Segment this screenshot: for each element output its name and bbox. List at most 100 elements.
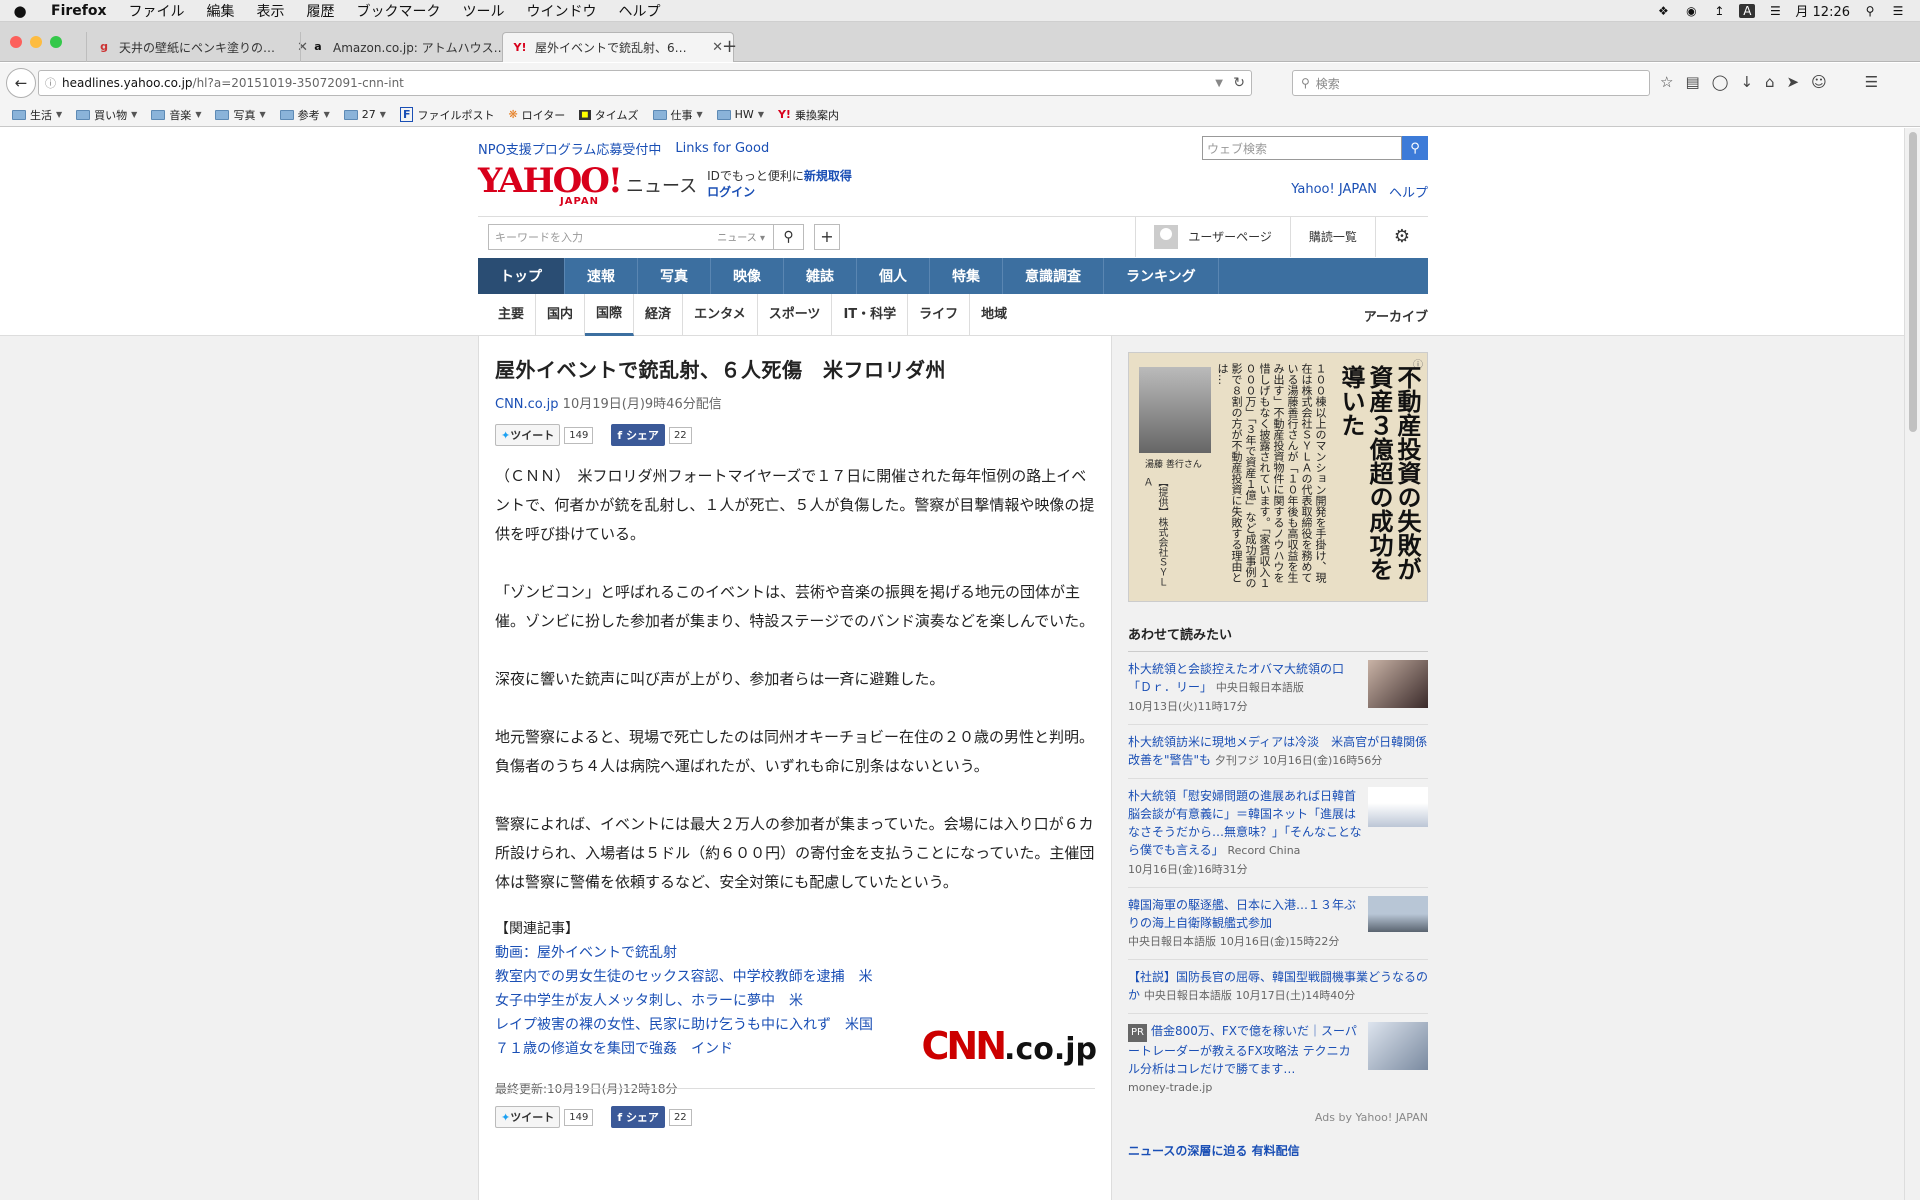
web-search-input[interactable]: ウェブ検索 [1202,136,1402,160]
help-link[interactable]: ヘルプ [1389,182,1428,201]
bookmark-filepost[interactable]: F ファイルポスト [399,107,494,123]
recommended-thumbnail[interactable] [1368,660,1428,708]
menu-bookmarks[interactable]: ブックマーク [346,1,452,21]
web-search-button[interactable]: ⚲ [1402,136,1428,160]
send-icon[interactable]: ➤ [1787,73,1800,91]
archive-link[interactable]: アーカイブ [1364,306,1428,325]
gnav-video[interactable]: 映像 [711,258,784,294]
yahoo-japan-link[interactable]: Yahoo! JAPAN [1291,182,1377,201]
list-item[interactable]: 【社説】国防長官の屈辱、韓国型戦闘機事業どうなるのか 中央日報日本語版 10月1… [1128,960,1428,1014]
browser-search-input[interactable]: ⚲ 検索 [1292,70,1650,96]
hamburger-menu-icon[interactable]: ☰ [1865,73,1878,91]
subscriptions-link[interactable]: 購読一覧 [1289,216,1375,257]
tab-paint[interactable]: g 天井の壁紙にペンキ塗りの… ✕ [86,32,318,62]
list-item[interactable]: 朴大統領と会談控えたオバマ大統領の口「Ｄｒ．リー」 中央日報日本語版 10月13日… [1128,652,1428,725]
bookmark-folder-27[interactable]: 27 ▼ [343,108,386,121]
menu-tools[interactable]: ツール [452,1,516,21]
links-for-good-link[interactable]: Links for Good [675,141,769,156]
user-page-link[interactable]: ユーザーページ [1135,216,1290,257]
menu-file[interactable]: ファイル [118,1,196,21]
snav-sports[interactable]: スポーツ [758,294,833,336]
keyword-search-button[interactable]: ⚲ [774,223,804,250]
sync-icon[interactable]: ◉ [1683,4,1699,18]
related-link[interactable]: 動画：屋外イベントで銃乱射 [495,941,1095,965]
bookmark-star-icon[interactable]: ☆ [1660,73,1673,91]
recommended-title[interactable]: 韓国海軍の駆逐艦、日本に入港…１３年ぶりの海上自衛隊観艦式参加 [1128,898,1356,930]
gnav-flash[interactable]: 速報 [565,258,638,294]
snav-international[interactable]: 国際 [585,294,635,336]
page-scrollbar[interactable] [1904,128,1920,1200]
settings-button[interactable]: ⚙ [1374,216,1428,257]
snav-it-science[interactable]: IT・科学 [832,294,909,336]
gnav-ranking[interactable]: ランキング [1104,258,1219,294]
wifi-status-icon[interactable]: ↥ [1711,4,1727,18]
tab-yahoo-news[interactable]: Y! 屋外イベントで銃乱射、6… ✕ [502,32,734,62]
snav-economy[interactable]: 経済 [634,294,684,336]
gnav-magazine[interactable]: 雑誌 [784,258,857,294]
recommended-thumbnail[interactable] [1368,896,1428,932]
add-button[interactable]: + [814,223,840,250]
bookmark-folder-photo[interactable]: 写真 ▼ [215,107,266,123]
login-link[interactable]: ログイン [707,185,755,199]
bookmark-folder-shopping[interactable]: 買い物 ▼ [76,107,137,123]
search-scope-select[interactable]: ニュース ▾ [717,229,765,244]
pocket-icon[interactable]: ◯ [1712,73,1729,91]
tab-amazon[interactable]: a Amazon.co.jp: アトムハウス… ✕ [300,32,532,62]
snav-entertainment[interactable]: エンタメ [683,294,758,336]
bookmark-folder-life[interactable]: 生活 ▼ [12,107,62,123]
keyword-search-input[interactable]: キーワードを入力 ニュース ▾ [488,223,774,250]
premium-heading[interactable]: ニュースの深層に迫る 有料配信 [1128,1142,1428,1156]
gnav-features[interactable]: 特集 [930,258,1003,294]
gnav-photo[interactable]: 写真 [638,258,711,294]
scrollbar-thumb[interactable] [1909,132,1917,432]
bookmark-folder-hw[interactable]: HW ▼ [716,108,764,121]
url-bar[interactable]: ⓘ headlines.yahoo.co.jp /hl?a=20151019-3… [38,70,1252,96]
new-tab-icon[interactable]: + [722,36,737,57]
page-info-icon[interactable]: ⓘ [45,75,56,91]
url-dropdown-icon[interactable]: ▼ [1215,78,1223,89]
input-method-icon[interactable]: A [1739,3,1756,18]
pr-thumbnail[interactable] [1368,1022,1428,1070]
gnav-individual[interactable]: 個人 [857,258,930,294]
list-item[interactable]: 朴大統領「慰安婦問題の進展あれば日韓首脳会談が有意義に」＝韓国ネット「進展はなさ… [1128,779,1428,888]
home-icon[interactable]: ⌂ [1765,73,1775,91]
bookmark-times[interactable]: ◼ タイムズ [579,107,639,123]
gnav-top[interactable]: トップ [478,258,565,294]
notification-center-icon[interactable]: ☰ [1890,4,1906,18]
list-item[interactable]: 朴大統領訪米に現地メディアは冷淡 米高官が日韓関係改善を"警告"も 夕刊フジ 1… [1128,725,1428,779]
register-link[interactable]: 新規取得 [804,169,852,183]
bookmark-folder-music[interactable]: 音楽 ▼ [151,107,201,123]
recommended-thumbnail[interactable] [1368,787,1428,827]
bookmark-reuters[interactable]: ❋ ロイター [508,107,565,123]
snav-domestic[interactable]: 国内 [536,294,586,336]
apple-menu-icon[interactable]: ● [0,2,40,20]
spotlight-search-icon[interactable]: ⚲ [1862,4,1878,18]
snav-region[interactable]: 地域 [970,294,1018,336]
close-window-icon[interactable] [10,36,22,48]
tweet-button[interactable]: ✦ツイート 149 [495,1106,594,1128]
menu-app-firefox[interactable]: Firefox [40,3,118,19]
pr-item[interactable]: PR 借金800万、FXで億を稼いだ｜スーパートレーダーが教えるFX攻略法 テクニ… [1128,1014,1428,1105]
npo-link[interactable]: NPO支援プログラム応募受付中 [478,139,661,158]
menu-history[interactable]: 履歴 [296,1,346,21]
reading-list-icon[interactable]: ▤ [1685,73,1699,91]
cnn-logo[interactable]: CNN.co.jp [922,1024,1097,1068]
bookmark-transit[interactable]: Y! 乗換案内 [778,107,839,123]
chat-icon[interactable]: ☺ [1811,73,1827,91]
menu-help[interactable]: ヘルプ [608,1,672,21]
snav-life[interactable]: ライフ [908,294,971,336]
menubar-clock[interactable]: 月 12:26 [1795,1,1850,20]
zoom-window-icon[interactable] [50,36,62,48]
facebook-share-button[interactable]: f シェア 22 [611,1106,692,1128]
wifi-icon[interactable]: ☰ [1767,4,1783,18]
minimize-window-icon[interactable] [30,36,42,48]
bookmark-folder-reference[interactable]: 参考 ▼ [279,107,330,123]
list-item[interactable]: 韓国海軍の駆逐艦、日本に入港…１３年ぶりの海上自衛隊観艦式参加 中央日報日本語版 … [1128,888,1428,960]
gnav-survey[interactable]: 意識調査 [1003,258,1104,294]
download-icon[interactable]: ↓ [1740,73,1753,91]
sidebar-ad[interactable]: ⓘ 不動産投資の失敗が資産３億超の成功を導いた １００棟以上のマンション開発を手… [1128,352,1428,602]
yahoo-logo[interactable]: YAHOO! JAPAN [478,161,621,210]
back-button[interactable]: ← [6,68,36,98]
menu-view[interactable]: 表示 [246,1,296,21]
snav-main[interactable]: 主要 [478,294,537,336]
